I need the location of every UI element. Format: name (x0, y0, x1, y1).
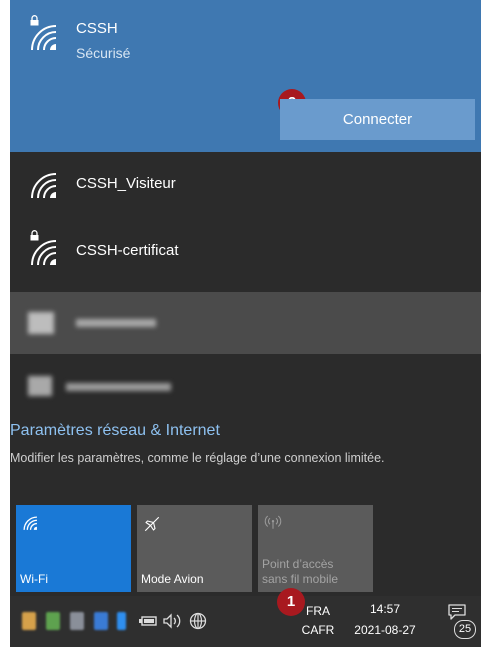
redacted-network-icon (28, 312, 54, 334)
notification-icon (448, 604, 466, 620)
taskbar-app-icon[interactable] (46, 612, 60, 630)
redacted-network-name (76, 319, 156, 327)
taskbar: 1 FRA CAFR 14:57 2021-08-27 25 (10, 588, 481, 647)
network-ssid: CSSH_Visiteur (76, 175, 176, 192)
clock-date[interactable]: 2021-08-27 (338, 623, 432, 638)
tile-label: Point d’accès sans fil mobile (262, 557, 339, 586)
network-ssid: CSSH (76, 20, 118, 37)
hotspot-icon (264, 515, 282, 529)
network-security-status: Sécurisé (76, 45, 131, 61)
taskbar-app-icon[interactable] (94, 612, 108, 630)
network-item-redacted[interactable] (10, 292, 481, 354)
tile-mobile-hotspot[interactable]: Point d’accès sans fil mobile (258, 505, 373, 592)
network-settings-link[interactable]: Paramètres réseau & Internet (10, 421, 220, 441)
network-item-cssh-visiteur[interactable]: CSSH_Visiteur (10, 152, 481, 216)
tile-airplane-mode[interactable]: Mode Avion (137, 505, 252, 592)
wifi-icon (31, 25, 57, 51)
globe-network-icon[interactable] (188, 611, 208, 631)
network-item-cssh[interactable]: CSSH Sécurisé 2 Connecter (10, 0, 481, 152)
taskbar-app-icon[interactable] (117, 612, 126, 630)
tile-wifi[interactable]: Wi-Fi (16, 505, 131, 592)
tile-label: Mode Avion (141, 572, 204, 586)
network-item-redacted[interactable] (10, 366, 481, 406)
wifi-icon (31, 173, 57, 199)
battery-icon[interactable] (138, 613, 158, 629)
tile-label: Wi-Fi (20, 572, 48, 586)
network-ssid: CSSH-certificat (76, 242, 179, 259)
volume-icon[interactable] (162, 612, 184, 630)
connect-button[interactable]: Connecter (280, 99, 475, 140)
wifi-icon (31, 240, 57, 266)
network-settings-description: Modifier les paramètres, comme le réglag… (10, 451, 385, 465)
network-flyout: CSSH Sécurisé 2 Connecter CSSH_Visiteur … (10, 0, 481, 647)
action-center-button[interactable]: 25 (446, 604, 476, 640)
language-code[interactable]: FRA (303, 604, 333, 619)
airplane-icon (144, 516, 160, 532)
taskbar-app-icon[interactable] (22, 612, 36, 630)
redacted-network-name (66, 383, 171, 391)
annotation-badge-1: 1 (277, 588, 305, 616)
wifi-icon (23, 516, 38, 531)
redacted-network-icon (28, 376, 52, 396)
clock-time[interactable]: 14:57 (340, 602, 430, 617)
taskbar-app-icon[interactable] (70, 612, 84, 630)
keyboard-layout[interactable]: CAFR (301, 623, 335, 638)
notification-count-badge: 25 (454, 620, 476, 639)
network-item-cssh-certificat[interactable]: CSSH-certificat (10, 216, 481, 286)
